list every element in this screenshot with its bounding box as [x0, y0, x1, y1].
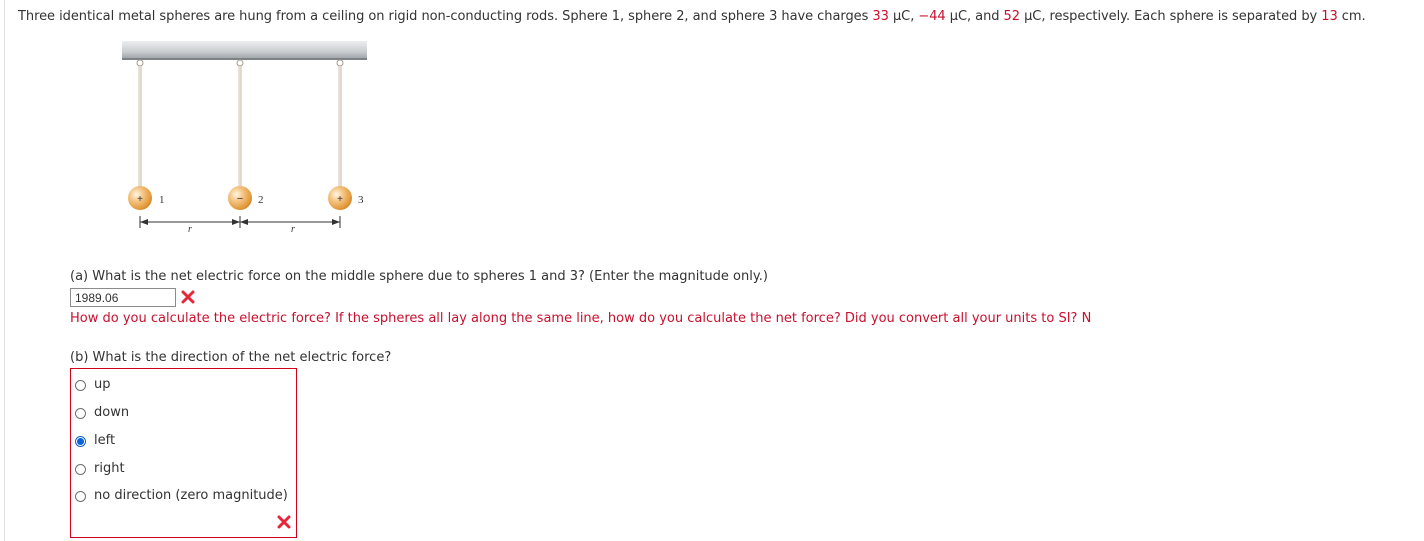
part-a-hint: How do you calculate the electric force?… [70, 311, 1092, 326]
sphere-2-sign: − [237, 193, 243, 205]
radio-up[interactable] [75, 379, 86, 391]
radio-no-direction[interactable] [75, 490, 86, 502]
sphere-1-label: 1 [159, 194, 165, 206]
left-border [4, 0, 5, 541]
sphere-3-label: 3 [358, 194, 364, 206]
problem-statement: Three identical metal spheres are hung f… [18, 9, 1418, 25]
sphere-3-sign: + [337, 194, 343, 205]
option-no-direction[interactable]: no direction (zero magnitude) [75, 487, 288, 505]
option-up-label: up [94, 377, 111, 392]
charge-2-value: −44 [918, 9, 946, 24]
option-left[interactable]: left [75, 432, 115, 450]
radio-right[interactable] [75, 463, 86, 475]
charge-3-value: 52 [1003, 9, 1021, 24]
incorrect-icon [181, 290, 195, 304]
part-a-answer-input[interactable] [70, 288, 176, 307]
sphere-2: − 2 [228, 59, 264, 210]
part-a-question: (a) What is the net electric force on th… [70, 269, 768, 284]
charge-3-unit: µC, respectively. Each sphere is separat… [1020, 9, 1322, 24]
problem-intro: Three identical metal spheres are hung f… [18, 9, 873, 24]
option-no-direction-label: no direction (zero magnitude) [94, 488, 288, 503]
sphere-3: + 3 [328, 59, 364, 210]
incorrect-icon [277, 515, 291, 529]
radio-down[interactable] [75, 407, 86, 419]
option-down[interactable]: down [75, 404, 129, 422]
option-right-label: right [94, 461, 125, 476]
sphere-2-label: 2 [258, 194, 264, 206]
option-left-label: left [94, 433, 116, 448]
radio-left[interactable] [75, 435, 86, 447]
option-right[interactable]: right [75, 460, 125, 478]
charge-2-unit: µC, and [945, 9, 1004, 24]
separation-label-right: r [291, 224, 295, 235]
ceiling [122, 41, 367, 59]
part-b-question: (b) What is the direction of the net ele… [70, 350, 392, 365]
sphere-1: + 1 [128, 59, 165, 210]
option-down-label: down [94, 405, 130, 420]
separation-value: 13 [1321, 9, 1338, 24]
charge-1-value: 33 [872, 9, 889, 24]
distance-arrows [139, 216, 341, 228]
spheres-figure: + 1 − 2 + 3 r r [122, 41, 367, 235]
sphere-1-sign: + [137, 194, 143, 205]
separation-unit: cm. [1337, 9, 1366, 24]
direction-choices: up down left right no direction (zero ma… [70, 368, 297, 538]
charge-1-unit: µC, [888, 9, 919, 24]
separation-label-left: r [188, 224, 192, 235]
option-up[interactable]: up [75, 376, 111, 394]
